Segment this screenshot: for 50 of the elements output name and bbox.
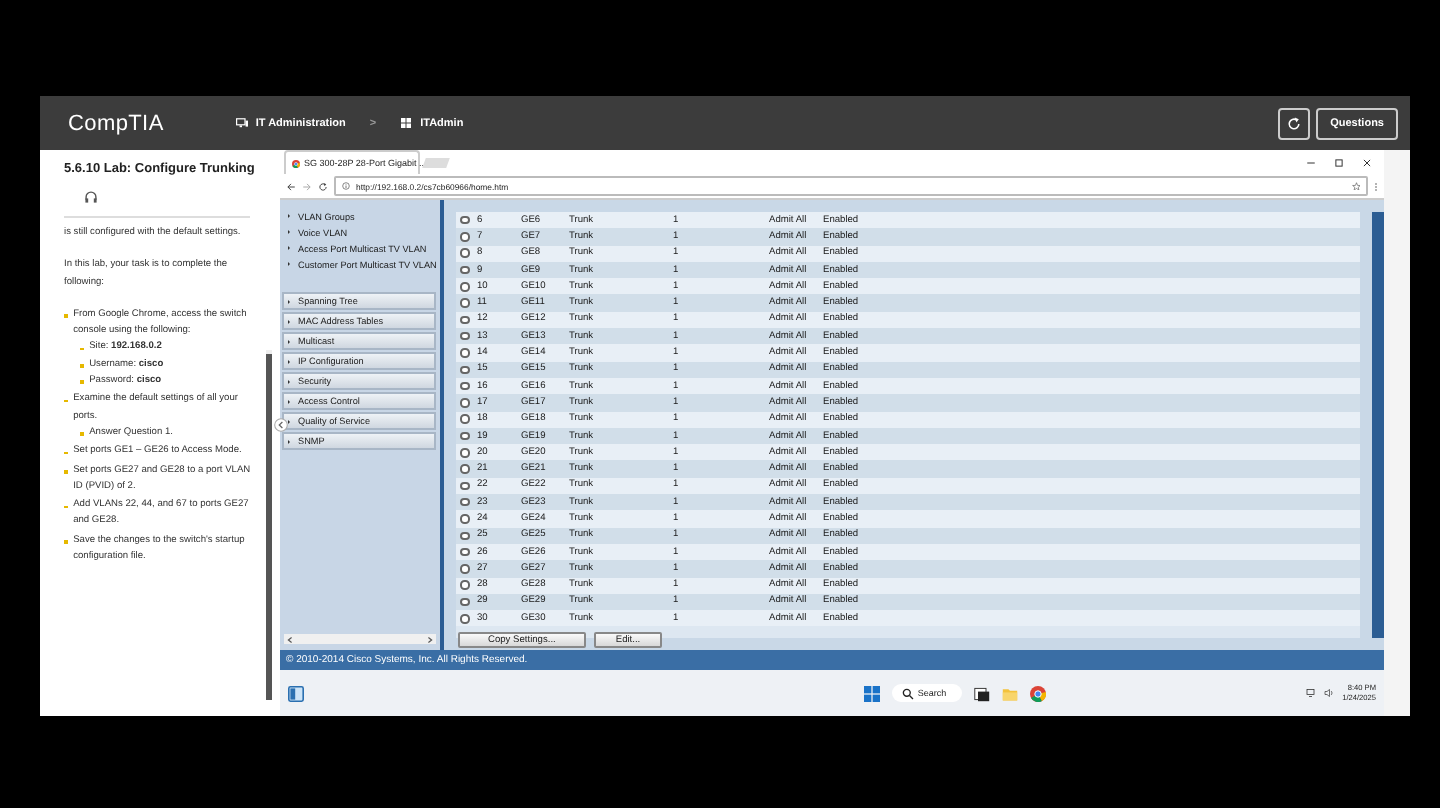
logo: CompTIA bbox=[68, 111, 164, 135]
radio-button[interactable] bbox=[460, 232, 469, 242]
radio-button[interactable] bbox=[460, 215, 469, 225]
radio-button[interactable] bbox=[460, 481, 469, 491]
radio-button[interactable] bbox=[460, 248, 469, 258]
radio-button[interactable] bbox=[460, 514, 469, 524]
collapse-handle-icon[interactable] bbox=[274, 418, 288, 432]
radio-button[interactable] bbox=[460, 497, 469, 507]
radio-button[interactable] bbox=[460, 597, 469, 607]
headphones-icon[interactable] bbox=[84, 190, 98, 204]
task-view-icon[interactable] bbox=[974, 685, 991, 701]
radio-button[interactable] bbox=[460, 348, 469, 358]
chrome-icon bbox=[292, 159, 300, 167]
refresh-icon bbox=[1286, 115, 1303, 131]
minimize-icon[interactable] bbox=[1306, 157, 1316, 167]
radio-button[interactable] bbox=[460, 431, 469, 441]
radio-button[interactable] bbox=[460, 381, 469, 391]
refresh-button[interactable] bbox=[1278, 107, 1311, 139]
radio-button[interactable] bbox=[460, 614, 469, 624]
speaker-icon[interactable] bbox=[1324, 688, 1335, 698]
radio-button[interactable] bbox=[460, 365, 469, 375]
scrollbar[interactable] bbox=[284, 634, 436, 644]
radio-button[interactable] bbox=[460, 398, 469, 408]
chrome-icon[interactable] bbox=[1030, 685, 1047, 701]
reload-icon[interactable] bbox=[318, 181, 328, 191]
radio-button[interactable] bbox=[460, 547, 469, 557]
monitor-icon bbox=[235, 118, 248, 128]
scrollbar[interactable] bbox=[266, 350, 272, 700]
panel-icon[interactable] bbox=[288, 685, 304, 701]
windows-icon bbox=[400, 118, 413, 128]
scrollbar[interactable] bbox=[1372, 212, 1384, 638]
radio-button[interactable] bbox=[460, 282, 469, 292]
search-icon bbox=[901, 687, 914, 699]
radio-button[interactable] bbox=[460, 298, 469, 308]
radio-button[interactable] bbox=[460, 265, 469, 275]
radio-button[interactable] bbox=[460, 331, 469, 341]
radio-button[interactable] bbox=[460, 414, 469, 424]
radio-button[interactable] bbox=[460, 448, 469, 458]
star-icon[interactable] bbox=[1351, 181, 1360, 191]
radio-button[interactable] bbox=[460, 531, 469, 541]
maximize-icon[interactable] bbox=[1334, 157, 1344, 167]
info-icon bbox=[342, 182, 350, 190]
windows-icon[interactable] bbox=[863, 685, 880, 701]
close-icon[interactable] bbox=[1362, 157, 1372, 167]
radio-button[interactable] bbox=[460, 580, 469, 590]
radio-button[interactable] bbox=[460, 464, 469, 474]
radio-button[interactable] bbox=[460, 564, 469, 574]
radio-button[interactable] bbox=[460, 315, 469, 325]
network-icon[interactable] bbox=[1306, 688, 1317, 698]
back-icon[interactable] bbox=[286, 181, 296, 191]
